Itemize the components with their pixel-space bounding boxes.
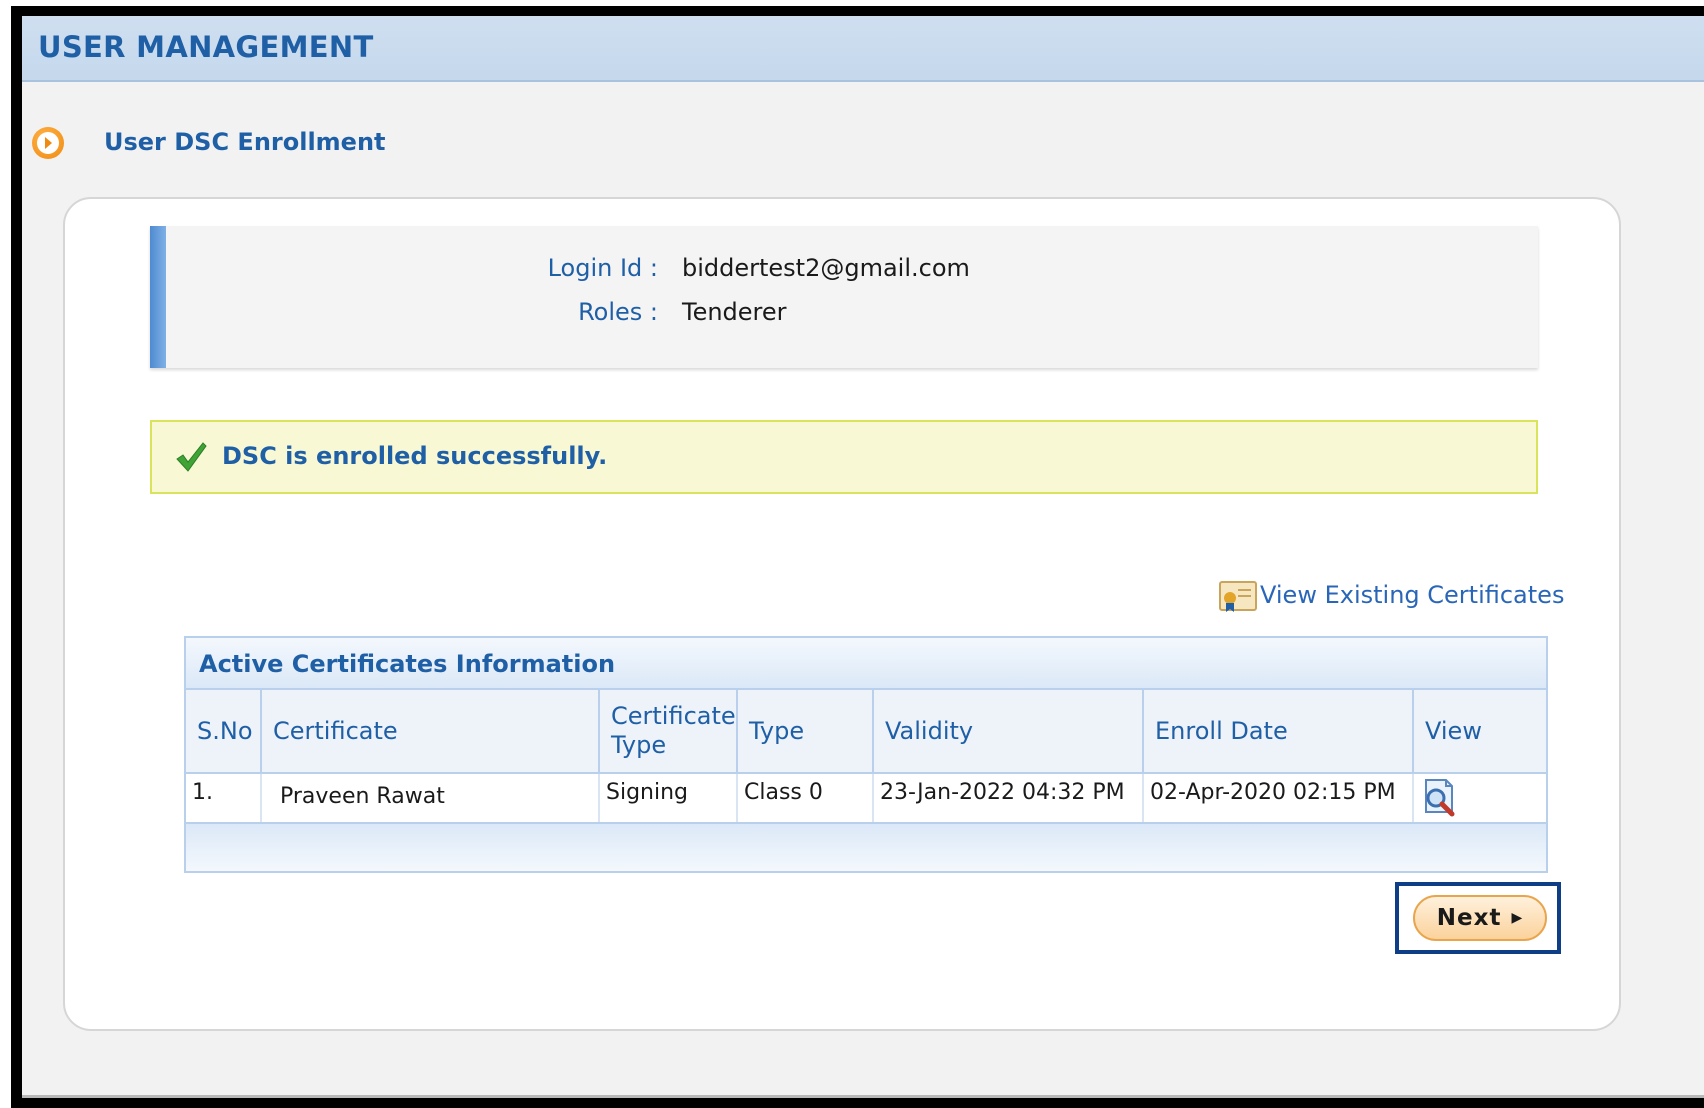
- roles-value: Tenderer: [682, 298, 787, 326]
- view-existing-certificates-link[interactable]: View Existing Certificates: [1260, 581, 1564, 609]
- info-accent-bar: [150, 226, 166, 368]
- table-row: 1. Praveen Rawat Signing Class 0 23-Jan-…: [186, 774, 1546, 824]
- view-existing-certificates-link-row[interactable]: View Existing Certificates: [1218, 578, 1564, 614]
- column-header-certificate-type: Certificate Type: [600, 690, 738, 772]
- column-header-enroll-date: Enroll Date: [1144, 690, 1414, 772]
- active-certificates-table: Active Certificates Information S.No Cer…: [184, 636, 1548, 873]
- column-header-certificate: Certificate: [262, 690, 600, 772]
- table-footer: [186, 824, 1546, 871]
- column-header-sno: S.No: [186, 690, 262, 772]
- cell-validity: 23-Jan-2022 04:32 PM: [874, 774, 1144, 822]
- cell-certificate: Praveen Rawat: [262, 774, 600, 822]
- next-button[interactable]: Next ▶: [1413, 895, 1547, 941]
- table-caption: Active Certificates Information: [186, 638, 1546, 690]
- cell-type: Class 0: [738, 774, 874, 822]
- table-header-row: S.No Certificate Certificate Type Type V…: [186, 690, 1546, 774]
- view-certificate-icon[interactable]: [1420, 776, 1460, 824]
- user-info-box: Login Id : biddertest2@gmail.com Roles :…: [150, 226, 1538, 368]
- cell-view: [1414, 774, 1546, 822]
- login-id-value: biddertest2@gmail.com: [682, 254, 970, 282]
- login-id-label: Login Id :: [547, 254, 658, 282]
- arrow-bullet-icon: [32, 127, 64, 159]
- column-header-type: Type: [738, 690, 874, 772]
- page-title: USER MANAGEMENT: [38, 30, 374, 64]
- success-message-box: DSC is enrolled successfully.: [150, 420, 1538, 494]
- column-header-validity: Validity: [874, 690, 1144, 772]
- column-header-view: View: [1425, 716, 1482, 745]
- success-message: DSC is enrolled successfully.: [222, 442, 608, 470]
- roles-label: Roles :: [578, 298, 658, 326]
- cell-sno: 1.: [186, 774, 262, 822]
- chevron-right-icon: ▶: [1511, 910, 1524, 926]
- table-caption-text: Active Certificates Information: [199, 650, 616, 678]
- page-header: USER MANAGEMENT: [22, 16, 1704, 82]
- certificate-icon: [1218, 578, 1258, 618]
- cell-enroll-date: 02-Apr-2020 02:15 PM: [1144, 774, 1414, 822]
- section-title: User DSC Enrollment: [104, 128, 386, 156]
- next-button-highlight: Next ▶: [1395, 882, 1561, 954]
- next-button-label: Next: [1436, 905, 1502, 931]
- cell-certificate-type: Signing: [600, 774, 738, 822]
- checkmark-icon: [174, 440, 208, 478]
